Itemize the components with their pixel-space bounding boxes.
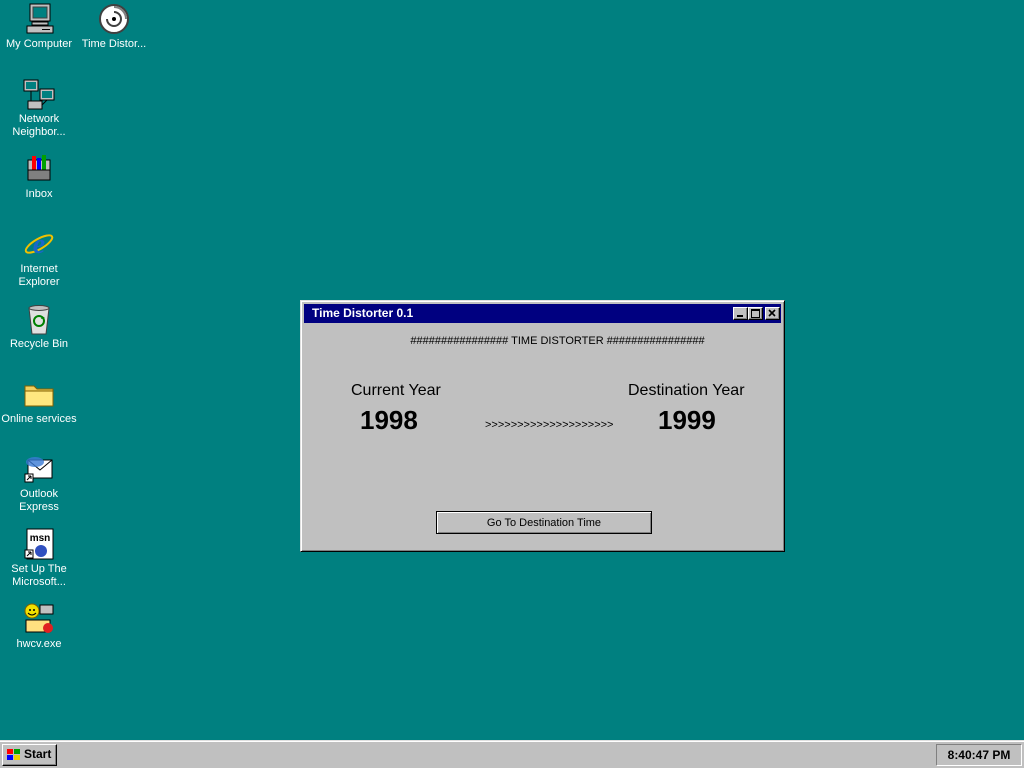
desktop-icon-label: hwcv.exe [16,638,62,650]
internet-explorer-icon: e [22,227,56,261]
my-computer-icon [22,2,56,36]
recycle-bin-icon [22,302,56,336]
inbox-icon [22,152,56,186]
desktop-icon-my-computer[interactable]: My Computer [0,2,78,51]
clock[interactable]: 8:40:47 PM [948,748,1011,762]
desktop-icon-network-neighborhood[interactable]: Network Neighbor... [0,77,78,139]
minimize-button[interactable] [733,307,748,320]
current-year-value: 1998 [360,405,418,435]
taskbar: Start 8:40:47 PM [0,740,1024,768]
windows-logo-icon [7,749,20,760]
current-year-label: Current Year [351,382,441,399]
outlook-express-icon [22,452,56,486]
msn-setup-icon: msn [22,527,56,561]
time-distorter-window: Time Distorter 0.1 ################ TIME… [300,300,785,552]
destination-year-value: 1999 [658,405,716,435]
desktop-icon-label: Inbox [25,188,53,200]
desktop-icon-recycle-bin[interactable]: Recycle Bin [0,302,78,351]
desktop-icon-internet-explorer[interactable]: e Internet Explorer [0,227,78,289]
time-distorter-icon [97,2,131,36]
minimize-icon [737,315,743,317]
desktop-icon-label: Time Distor... [81,38,147,50]
desktop-icon-hwcv[interactable]: hwcv.exe [0,602,78,651]
close-icon [768,309,776,317]
desktop-icon-label: Set Up The Microsoft... [11,563,67,588]
svg-text:e: e [33,229,45,260]
start-button[interactable]: Start [2,744,57,766]
desktop-icon-online-services[interactable]: Online services [0,377,78,426]
folder-icon [22,377,56,411]
network-neighborhood-icon [22,77,56,111]
desktop-icon-inbox[interactable]: Inbox [0,152,78,201]
system-tray: 8:40:47 PM [936,744,1022,766]
hwcv-icon [22,602,56,636]
maximize-button[interactable] [748,307,763,320]
desktop-icon-time-distorter[interactable]: Time Distor... [75,2,153,51]
desktop-icon-label: Outlook Express [19,488,59,513]
desktop-icon-label: Network Neighbor... [12,113,66,138]
start-label: Start [24,747,52,761]
maximize-icon [751,309,760,318]
direction-arrows: >>>>>>>>>>>>>>>>>>>> [485,419,614,431]
desktop-icon-label: My Computer [5,38,73,50]
close-button[interactable] [765,307,780,320]
go-to-destination-button[interactable]: Go To Destination Time [436,511,652,534]
desktop-icon-label: Recycle Bin [9,338,69,350]
desktop: My Computer Time Distor... Network Neigh… [0,0,1024,740]
banner-text: ################ TIME DISTORTER ########… [410,335,705,347]
desktop-icon-label: Internet Explorer [18,263,60,288]
window-titlebar[interactable]: Time Distorter 0.1 [304,304,781,323]
desktop-icon-msn-setup[interactable]: msn Set Up The Microsoft... [0,527,78,589]
desktop-icon-label: Online services [1,413,77,425]
desktop-icon-outlook-express[interactable]: Outlook Express [0,452,78,514]
destination-year-label: Destination Year [628,382,745,399]
svg-text:msn: msn [30,533,51,544]
window-title: Time Distorter 0.1 [312,306,414,320]
